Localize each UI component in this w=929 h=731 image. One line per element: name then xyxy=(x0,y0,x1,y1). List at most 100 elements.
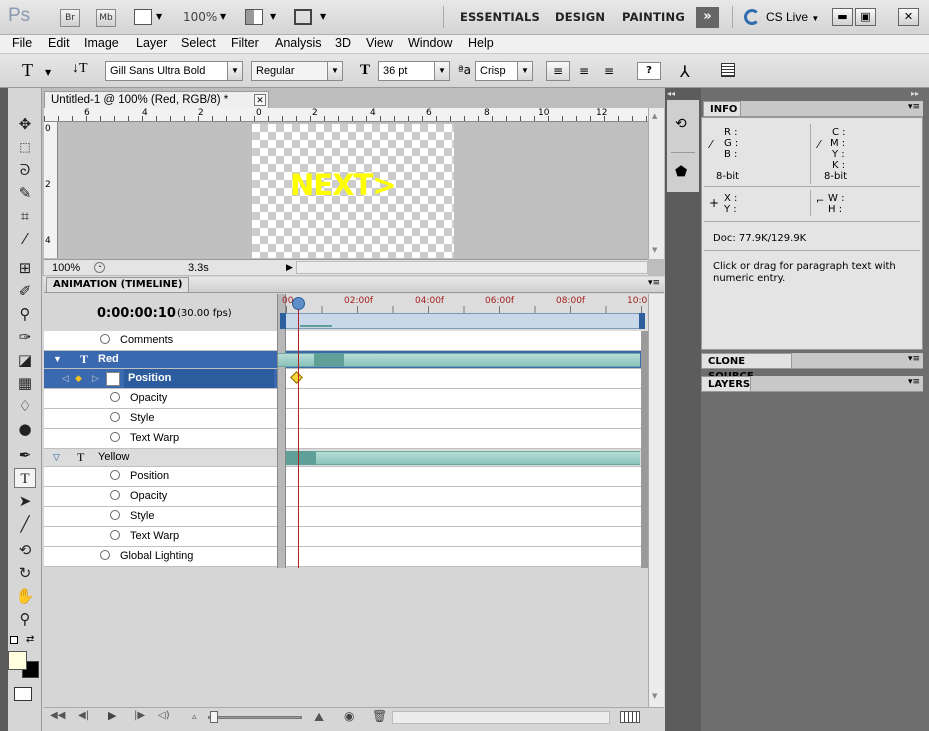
property-row-position[interactable]: ◁ ◆ ▷ Position xyxy=(44,369,277,389)
font-style-select[interactable]: Regular ▼ xyxy=(251,61,343,81)
zoom-tool-icon[interactable]: ⚲ xyxy=(14,609,36,629)
panel-menu-icon[interactable]: ▾≡ xyxy=(648,278,660,288)
zoom-in-icon[interactable]: ⛰ xyxy=(314,710,324,725)
menu-file[interactable]: File xyxy=(12,36,32,50)
menu-select[interactable]: Select xyxy=(181,36,216,50)
track-yellow[interactable] xyxy=(286,449,641,467)
chevron-down-icon[interactable]: ▼ xyxy=(327,62,342,80)
timeline-divider[interactable] xyxy=(277,294,286,568)
foreground-color-swatch[interactable] xyxy=(8,651,27,670)
track[interactable] xyxy=(286,389,641,409)
stopwatch-icon[interactable] xyxy=(110,432,120,443)
menu-layer[interactable]: Layer xyxy=(136,36,167,50)
stopwatch-icon[interactable] xyxy=(110,392,120,403)
stopwatch-icon[interactable] xyxy=(100,550,110,561)
layer-duration-bar[interactable] xyxy=(286,451,640,465)
eraser-tool-icon[interactable]: ◪ xyxy=(14,350,36,370)
chevron-down-icon[interactable]: ▼ xyxy=(220,12,226,21)
stopwatch-icon[interactable] xyxy=(110,510,120,521)
work-area-start-handle[interactable] xyxy=(280,313,286,329)
delete-keyframes-icon[interactable]: 🗑 xyxy=(372,709,387,723)
3d-orbit-tool-icon[interactable]: ↻ xyxy=(14,563,36,583)
timeline-horizontal-scrollbar[interactable] xyxy=(392,711,610,724)
stopwatch-active-icon[interactable] xyxy=(106,372,120,386)
dodge-tool-icon[interactable]: ● xyxy=(14,419,36,439)
next-frame-icon[interactable]: |▶ xyxy=(134,710,145,721)
menu-analysis[interactable]: Analysis xyxy=(275,36,322,50)
mini-bridge-button[interactable]: Mb xyxy=(96,9,116,27)
chevron-down-icon[interactable]: ▼ xyxy=(227,62,242,80)
status-menu-arrow-icon[interactable]: ▶ xyxy=(286,262,293,273)
expand-panels-icon[interactable]: ◂◂ xyxy=(667,89,675,98)
character-panel-icon[interactable] xyxy=(721,63,735,77)
close-tab-icon[interactable]: ✕ xyxy=(254,94,266,106)
play-icon[interactable]: ▶ xyxy=(108,709,116,722)
chevron-down-icon[interactable]: ▼ xyxy=(45,68,51,77)
info-panel-tab[interactable]: INFO xyxy=(703,101,741,117)
workspace-essentials[interactable]: ESSENTIALS xyxy=(460,10,540,24)
playhead-handle[interactable] xyxy=(292,297,305,310)
next-keyframe-icon[interactable]: ▷ xyxy=(92,369,99,388)
history-panel-icon[interactable]: ⟲ xyxy=(675,116,687,132)
stopwatch-icon[interactable] xyxy=(100,334,110,345)
bridge-button[interactable]: Br xyxy=(60,9,80,27)
panel-menu-icon[interactable]: ▾≡ xyxy=(908,102,920,112)
pen-tool-icon[interactable]: ✒ xyxy=(14,445,36,465)
document-canvas[interactable]: NEXT> xyxy=(252,124,454,258)
line-tool-icon[interactable]: ╱ xyxy=(14,514,36,534)
chevron-down-icon[interactable]: ▼ xyxy=(517,62,532,80)
workspace-painting[interactable]: PAINTING xyxy=(622,10,685,24)
timeline-zoom-slider[interactable] xyxy=(208,716,302,719)
chevron-down-icon[interactable]: ▼ xyxy=(320,12,326,21)
warp-text-icon[interactable]: ⅄ xyxy=(680,62,690,81)
track[interactable] xyxy=(286,467,641,487)
swap-colors-icon[interactable]: ⇄ xyxy=(26,634,34,645)
document-tab[interactable]: Untitled-1 @ 100% (Red, RGB/8) * ✕ xyxy=(44,91,269,108)
minimize-button[interactable]: ▬ xyxy=(832,8,853,26)
track[interactable] xyxy=(286,429,641,449)
hand-tool-icon[interactable]: ✋ xyxy=(14,586,36,606)
animation-panel-tab[interactable]: ANIMATION (TIMELINE) xyxy=(46,277,190,292)
type-tool-preset-icon[interactable]: T xyxy=(22,60,33,81)
quick-selection-tool-icon[interactable]: ✎ xyxy=(14,183,36,203)
path-selection-tool-icon[interactable]: ➤ xyxy=(14,491,36,511)
track-comments[interactable] xyxy=(286,331,641,351)
view-extras-icon[interactable] xyxy=(134,9,152,25)
marquee-tool-icon[interactable]: ⬚ xyxy=(14,137,36,157)
type-tool-icon[interactable]: T xyxy=(14,468,36,488)
align-right-button[interactable]: ≡ xyxy=(597,61,621,81)
stopwatch-icon[interactable] xyxy=(110,490,120,501)
scroll-down-icon[interactable]: ▼ xyxy=(652,246,657,254)
panel-menu-icon[interactable]: ▾≡ xyxy=(908,377,920,387)
zoom-level[interactable]: 100% xyxy=(183,10,217,24)
cs-live-menu[interactable]: CS Live ▼ xyxy=(766,10,819,24)
clone-stamp-tool-icon[interactable]: ⚲ xyxy=(14,304,36,324)
convert-to-frames-icon[interactable] xyxy=(620,711,640,723)
chevron-down-icon[interactable]: ▼ xyxy=(434,62,449,80)
previous-frame-icon[interactable]: ◀| xyxy=(78,710,89,721)
clone-source-panel-tab[interactable]: CLONE SOURCE xyxy=(701,353,792,382)
layers-panel-tab[interactable]: LAYERS xyxy=(701,376,751,392)
track[interactable] xyxy=(286,527,641,547)
first-frame-icon[interactable]: ◀◀ xyxy=(50,710,65,721)
blur-tool-icon[interactable]: ♢ xyxy=(14,396,36,416)
gradient-tool-icon[interactable]: ▦ xyxy=(14,373,36,393)
stopwatch-icon[interactable] xyxy=(110,470,120,481)
stopwatch-icon[interactable] xyxy=(110,412,120,423)
antialias-select[interactable]: Crisp ▼ xyxy=(475,61,533,81)
status-zoom[interactable]: 100% xyxy=(52,262,80,274)
layer-row-yellow[interactable]: ▽ T Yellow xyxy=(44,449,277,467)
collapse-panels-icon[interactable]: ▸▸ xyxy=(911,89,919,98)
history-brush-tool-icon[interactable]: ✑ xyxy=(14,327,36,347)
audio-icon[interactable]: ◁) xyxy=(158,710,170,721)
layer-row-red[interactable]: ▼ T Red xyxy=(44,351,277,369)
3d-rotate-tool-icon[interactable]: ⟲ xyxy=(14,540,36,560)
track-red-position[interactable] xyxy=(286,369,641,389)
font-family-select[interactable]: Gill Sans Ultra Bold ▼ xyxy=(105,61,243,81)
lasso-tool-icon[interactable]: ᘐ xyxy=(14,160,36,180)
status-info-icon[interactable]: ◔ xyxy=(94,262,105,273)
toggle-text-orientation-icon[interactable]: ↓T xyxy=(72,61,88,77)
maximize-button[interactable]: ▣ xyxy=(855,8,876,26)
prev-keyframe-icon[interactable]: ◁ xyxy=(62,369,69,388)
track[interactable] xyxy=(286,487,641,507)
